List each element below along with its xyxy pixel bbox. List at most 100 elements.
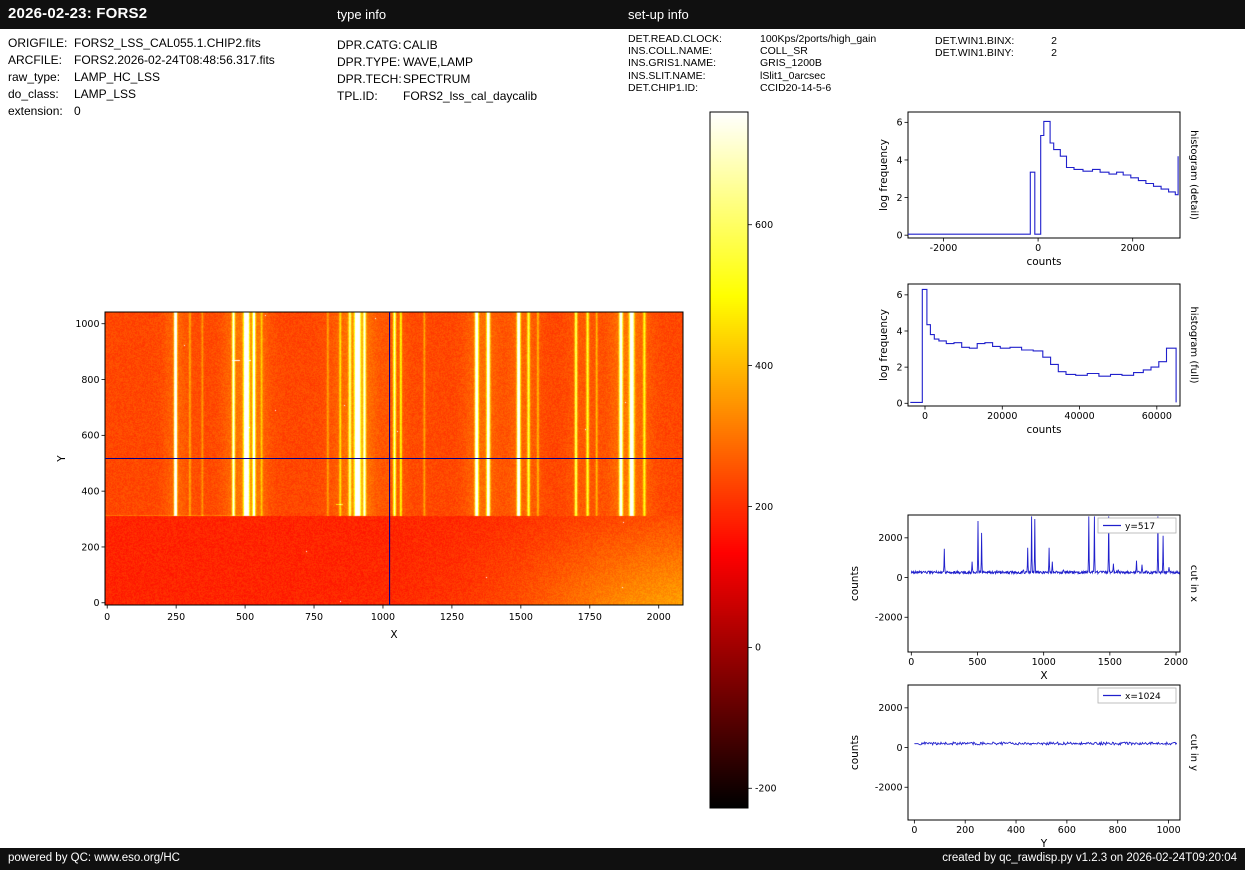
data-line bbox=[908, 120, 1179, 235]
x-tick-label: 40000 bbox=[1064, 411, 1094, 422]
y-tick-label: 4 bbox=[896, 326, 902, 337]
x-axis-label: X bbox=[1040, 670, 1047, 682]
info-row: DPR.CATG: CALIB bbox=[337, 37, 537, 54]
x-tick-label: 1750 bbox=[578, 612, 602, 623]
data-line bbox=[914, 740, 1178, 747]
info-value: FORS2_LSS_CAL055.1.CHIP2.fits bbox=[74, 36, 261, 50]
info-value: FORS2.2026-02-24T08:48:56.317.fits bbox=[74, 53, 275, 67]
info-value: SPECTRUM bbox=[403, 72, 471, 86]
plot-side-label: histogram (detail) bbox=[1188, 130, 1199, 220]
x-tick-label: 0 bbox=[922, 411, 928, 422]
x-tick-label: 1000 bbox=[371, 612, 395, 623]
type-info-list: DPR.CATG: CALIB DPR.TYPE: WAVE,LAMP DPR.TECH… bbox=[337, 37, 537, 105]
info-row: DPR.TECH:SPECTRUM bbox=[337, 71, 537, 88]
x-tick-label: -2000 bbox=[930, 243, 958, 254]
y-tick-label: 2 bbox=[896, 193, 902, 204]
y-tick-label: 2 bbox=[896, 362, 902, 373]
x-tick-label: 20000 bbox=[987, 411, 1017, 422]
y-axis-label: counts bbox=[849, 566, 861, 601]
info-row: INS.COLL.NAME: COLL_SR bbox=[628, 45, 876, 57]
info-row: DPR.TYPE: WAVE,LAMP bbox=[337, 54, 537, 71]
info-label: DPR.CATG: bbox=[337, 38, 402, 52]
y-tick-label: 4 bbox=[896, 155, 902, 166]
info-label: DET.READ.CLOCK: bbox=[628, 33, 722, 45]
y-tick-label: -2000 bbox=[875, 613, 903, 624]
info-label: INS.COLL.NAME: bbox=[628, 45, 713, 58]
colorbar-tick-label: 400 bbox=[755, 361, 773, 372]
x-tick-label: 2000 bbox=[1164, 657, 1188, 668]
info-label: DET.WIN1.BINY: bbox=[935, 47, 1014, 60]
plot-side-label: cut in y bbox=[1188, 734, 1199, 771]
y-tick-label: 400 bbox=[81, 486, 99, 497]
info-value: CALIB bbox=[403, 38, 438, 52]
x-axis-label: counts bbox=[1026, 424, 1061, 436]
y-tick-label: 0 bbox=[896, 230, 902, 241]
info-row: INS.SLIT.NAME: lSlit1_0arcsec bbox=[628, 70, 876, 82]
data-line bbox=[910, 516, 1181, 576]
footer-bar: powered by QC: www.eso.org/HC created by… bbox=[0, 848, 1245, 870]
x-tick-label: 0 bbox=[104, 612, 110, 623]
y-tick-label: 2000 bbox=[878, 703, 902, 714]
x-tick-label: 0 bbox=[911, 825, 917, 836]
info-row: do_class: LAMP_LSS bbox=[8, 86, 275, 103]
colorbar-tick-label: 200 bbox=[755, 502, 773, 513]
y-tick-label: 0 bbox=[896, 743, 902, 754]
y-tick-label: -2000 bbox=[875, 783, 903, 794]
info-value: 100Kps/2ports/high_gain bbox=[760, 33, 877, 45]
x-tick-label: 600 bbox=[1058, 825, 1076, 836]
info-label: DET.CHIP1.ID: bbox=[628, 81, 699, 94]
info-label: DPR.TECH: bbox=[337, 72, 402, 86]
window-info-list: DET.WIN1.BINX: 2 DET.WIN1.BINY: 2 bbox=[935, 35, 1057, 59]
info-value: LAMP_HC_LSS bbox=[74, 70, 161, 84]
x-tick-label: 60000 bbox=[1142, 411, 1172, 422]
y-axis-label: counts bbox=[849, 735, 861, 770]
cut-y-plot: 0 200 400 600 800 1000-200002000Ycounts cut in… bbox=[849, 684, 1199, 850]
x-tick-label: 500 bbox=[968, 657, 986, 668]
plot-side-label: histogram (full) bbox=[1188, 306, 1199, 383]
y-axis-label: log frequency bbox=[878, 309, 890, 381]
colorbar-tick-label: 0 bbox=[755, 643, 761, 654]
info-row: extension: 0 bbox=[8, 103, 275, 120]
y-tick-label: 200 bbox=[81, 542, 99, 553]
info-row: INS.GRIS1.NAME: GRIS_1200B bbox=[628, 57, 876, 69]
info-value: 2 bbox=[1051, 35, 1057, 47]
info-label: DET.WIN1.BINX: bbox=[935, 35, 1015, 47]
y-tick-label: 600 bbox=[81, 431, 99, 442]
cut-x-plot: 0 500 1000 1500 2000 -2000 0 2000 Xcounts cut in … bbox=[849, 514, 1199, 682]
hist-full-plot: 0 20000 40000 60000 0 2 4 6 counts log frequency h… bbox=[878, 283, 1199, 436]
info-value: 2 bbox=[1051, 47, 1057, 60]
info-label: INS.GRIS1.NAME: bbox=[628, 57, 717, 70]
info-value: 0 bbox=[74, 104, 81, 118]
setup-info-heading: set-up info bbox=[628, 7, 689, 22]
x-tick-label: 1000 bbox=[1156, 825, 1180, 836]
legend-label: x=1024 bbox=[1125, 692, 1161, 702]
raw-image-canvas bbox=[105, 312, 683, 605]
x-axis-label: X bbox=[390, 629, 397, 641]
y-tick-label: 0 bbox=[93, 598, 99, 609]
type-info-heading: type info bbox=[337, 7, 387, 22]
y-axis-label: Y bbox=[56, 455, 68, 463]
info-value: GRIS_1200B bbox=[760, 57, 822, 70]
y-tick-label: 800 bbox=[81, 375, 99, 386]
y-tick-label: 6 bbox=[896, 118, 902, 129]
info-row: raw_type: LAMP_HC_LSS bbox=[8, 69, 275, 86]
y-tick-label: 1000 bbox=[75, 319, 99, 330]
hist-detail-plot: -2000 0 2000 0 2 4 6 counts log frequency histogr… bbox=[878, 111, 1199, 268]
info-value: FORS2_lss_cal_daycalib bbox=[403, 89, 538, 103]
x-tick-label: 400 bbox=[1007, 825, 1025, 836]
footer-left-text: powered by QC: www.eso.org/HC bbox=[8, 852, 180, 864]
x-axis-label: counts bbox=[1026, 256, 1061, 268]
x-tick-label: 0 bbox=[908, 657, 914, 668]
info-label: ORIGFILE: bbox=[8, 36, 68, 50]
x-tick-label: 1250 bbox=[440, 612, 464, 623]
x-tick-label: 2000 bbox=[1121, 243, 1145, 254]
info-label: raw_type: bbox=[8, 70, 61, 84]
info-value: lSlit1_0arcsec bbox=[760, 69, 826, 82]
info-row: DET.READ.CLOCK: 100Kps/2ports/high_gain bbox=[628, 33, 876, 45]
x-tick-label: 500 bbox=[236, 612, 254, 623]
info-label: extension: bbox=[8, 104, 63, 118]
top-bar: 2026-02-23: FORS2 type info set-up info bbox=[0, 0, 1245, 29]
colorbar-canvas bbox=[710, 112, 748, 808]
info-row: ARCFILE: FORS2.2026-02-24T08:48:56.317.fi… bbox=[8, 52, 275, 69]
info-label: TPL.ID: bbox=[337, 89, 378, 103]
